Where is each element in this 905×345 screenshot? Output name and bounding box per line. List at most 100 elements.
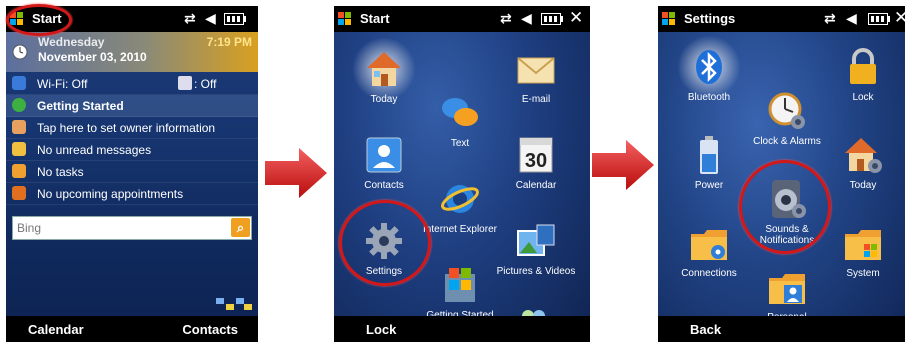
settings-item-label: Power <box>694 180 724 191</box>
bluetooth-icon <box>696 50 722 84</box>
settings-item-label: System <box>846 268 880 279</box>
contacts-softkey[interactable]: Contacts <box>182 322 238 337</box>
close-icon[interactable]: ✕ <box>569 8 583 28</box>
start-item-label: Text <box>450 138 470 149</box>
start-item-label: Calendar <box>515 180 557 191</box>
softkey-bar: Back <box>658 316 905 342</box>
bluetooth-icon <box>178 76 192 90</box>
start-item-internet-explorer[interactable]: Internet Explorer <box>419 178 501 235</box>
windows-flag-icon[interactable] <box>662 12 676 25</box>
settings-item-clock-alarms[interactable]: Clock & Alarms <box>746 90 828 147</box>
appointments-label: No upcoming appointments <box>37 187 184 201</box>
windows-flag-icon[interactable] <box>338 12 352 25</box>
start-item-calendar[interactable]: 30 Calendar <box>495 134 577 191</box>
settings-item-label: Lock <box>852 92 874 103</box>
settings-item-personal[interactable]: Personal <box>746 266 828 323</box>
padlock-icon <box>850 48 876 84</box>
softkey-bar: Lock <box>334 316 590 342</box>
settings-item-lock[interactable]: Lock <box>822 46 904 103</box>
start-item-today[interactable]: Today <box>343 37 425 105</box>
sounds-highlight-ring <box>739 160 831 254</box>
calendar-icon: 30 <box>519 137 553 173</box>
start-item-label: Contacts <box>364 180 404 191</box>
volume-muted-icon[interactable]: ◀ <box>846 10 857 27</box>
appointments-row[interactable]: No upcoming appointments <box>6 183 258 205</box>
battery-icon[interactable] <box>541 13 563 25</box>
settings-item-label: Clock & Alarms <box>753 136 821 147</box>
getting-started-label: Getting Started <box>37 99 124 113</box>
settings-item-system[interactable]: System <box>822 222 904 279</box>
back-softkey[interactable]: Back <box>690 322 721 337</box>
close-icon[interactable]: ✕ <box>894 8 905 28</box>
bluetooth-status: : Off <box>194 77 217 91</box>
network-sync-icon <box>216 298 252 310</box>
calendar-icon <box>12 186 26 200</box>
connectivity-icon[interactable]: ⇄ <box>500 10 512 27</box>
search-icon[interactable]: ⌕ <box>231 218 250 237</box>
start-screen: Start ⇄ ◀ ✕ Today E-mail Text <box>334 6 590 342</box>
getting-started-icon <box>12 98 26 112</box>
date-label: November 03, 2010 <box>38 50 147 64</box>
volume-muted-icon[interactable]: ◀ <box>521 10 532 27</box>
system-folder-icon <box>845 230 881 260</box>
search-input[interactable]: Bing <box>17 221 41 235</box>
start-item-label: Internet Explorer <box>423 224 497 235</box>
wifi-icon <box>12 76 26 90</box>
calendar-badge: 30 <box>525 150 547 172</box>
start-item-contacts[interactable]: Contacts <box>343 134 425 191</box>
getting-started-row[interactable]: Getting Started <box>6 95 258 117</box>
lock-softkey[interactable]: Lock <box>366 322 396 337</box>
messages-label: No unread messages <box>37 143 152 157</box>
start-title: Start <box>360 11 390 26</box>
search-box[interactable]: Bing ⌕ <box>12 216 252 240</box>
volume-muted-icon[interactable]: ◀ <box>205 10 216 27</box>
chat-bubbles-icon <box>442 98 478 126</box>
personal-folder-icon <box>769 274 805 304</box>
start-highlight-ring <box>6 4 72 36</box>
settings-item-today[interactable]: Today <box>822 134 904 191</box>
owner-info-label: Tap here to set owner information <box>37 121 216 135</box>
getting-started-icon <box>445 268 475 302</box>
date-time-banner[interactable]: Wednesday November 03, 2010 7:19 PM <box>6 32 258 72</box>
today-screen: Start ⇄ ◀ Wednesday November 03, 2010 7:… <box>6 6 258 342</box>
battery-icon[interactable] <box>868 13 890 25</box>
envelope-icon <box>517 57 555 84</box>
connectivity-icon[interactable]: ⇄ <box>184 10 196 27</box>
settings-item-label: Connections <box>681 268 737 279</box>
time-label: 7:19 PM <box>206 35 252 49</box>
settings-item-connections[interactable]: Connections <box>668 222 750 279</box>
start-item-email[interactable]: E-mail <box>495 48 577 105</box>
start-item-label: Pictures & Videos <box>496 266 576 277</box>
contact-card-icon <box>366 137 402 173</box>
wifi-row[interactable]: Wi-Fi: Off : Off <box>6 73 258 95</box>
calendar-softkey[interactable]: Calendar <box>28 322 84 337</box>
battery-icon <box>700 136 718 174</box>
start-item-text[interactable]: Text <box>419 92 501 149</box>
house-icon <box>367 52 401 86</box>
house-icon <box>845 138 882 173</box>
tasks-icon <box>12 164 26 178</box>
title-bar: Settings ⇄ ◀ ✕ <box>658 6 905 32</box>
messages-row[interactable]: No unread messages <box>6 139 258 161</box>
start-item-getting-started[interactable]: Getting Started <box>419 264 501 321</box>
settings-item-label: Today <box>849 180 877 191</box>
clock-icon <box>12 44 28 60</box>
envelope-icon <box>12 142 26 156</box>
pictures-videos-icon <box>517 224 555 256</box>
tasks-label: No tasks <box>37 165 84 179</box>
arrow-right-icon <box>592 140 654 190</box>
internet-explorer-icon <box>441 185 479 213</box>
owner-icon <box>12 120 26 134</box>
title-bar: Start ⇄ ◀ ✕ <box>334 6 590 32</box>
day-label: Wednesday <box>38 35 105 49</box>
battery-icon[interactable] <box>224 13 246 25</box>
arrow-right-icon <box>265 148 327 198</box>
wifi-status: Wi-Fi: Off <box>37 77 88 91</box>
tasks-row[interactable]: No tasks <box>6 161 258 183</box>
connectivity-icon[interactable]: ⇄ <box>824 10 836 27</box>
owner-info-row[interactable]: Tap here to set owner information <box>6 117 258 139</box>
start-item-pictures-videos[interactable]: Pictures & Videos <box>495 220 577 277</box>
connections-folder-icon <box>691 230 727 260</box>
settings-item-power[interactable]: Power <box>668 134 750 191</box>
settings-item-bluetooth[interactable]: Bluetooth <box>668 35 750 103</box>
